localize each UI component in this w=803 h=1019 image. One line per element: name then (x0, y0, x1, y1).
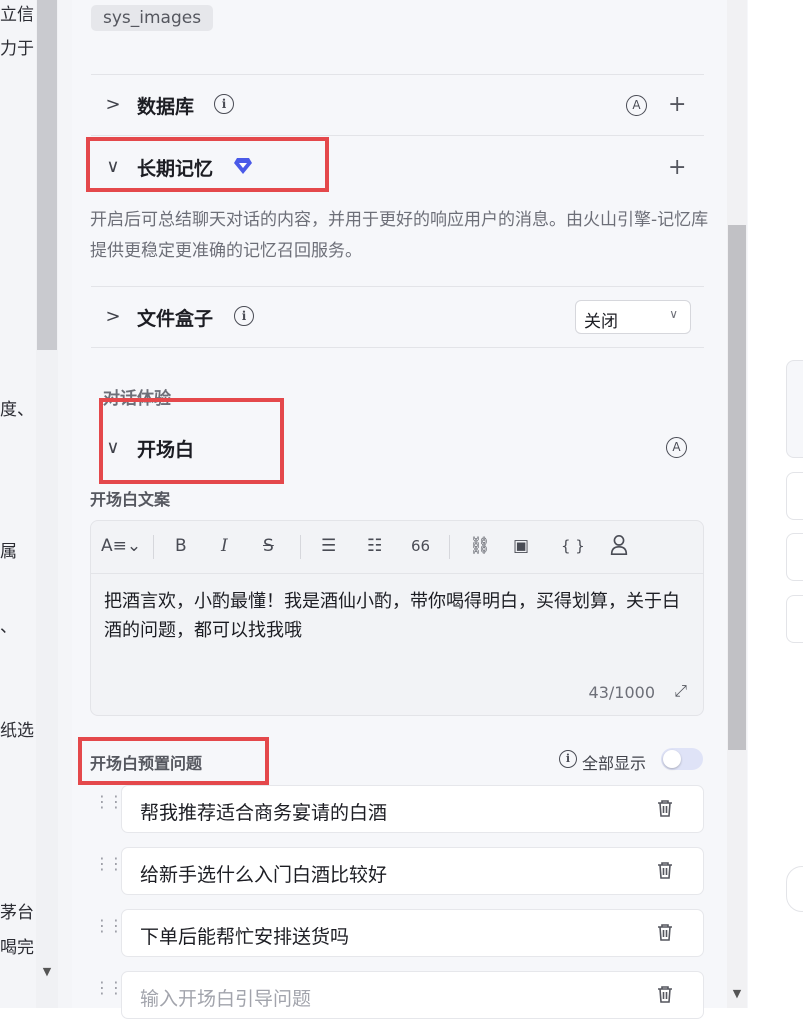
trash-icon[interactable] (657, 861, 673, 879)
section-title-file-box[interactable]: 文件盒子 (137, 304, 213, 331)
right-panel-card (786, 360, 803, 458)
opening-editor[interactable]: A≡⌄ B I S ☰ ☷ 66 ⛓ ▣ { } 把酒言欢，小酌最懂！我是酒仙小… (90, 520, 704, 716)
quote-icon[interactable]: 66 (411, 535, 430, 557)
toolbar-separator (153, 535, 154, 559)
user-icon[interactable] (609, 534, 629, 556)
opening-text-label: 开场白文案 (90, 490, 171, 509)
trash-icon[interactable] (657, 799, 673, 817)
drag-handle-icon[interactable]: ⋮⋮ (94, 918, 124, 934)
numbered-list-icon[interactable]: ☷ (367, 535, 382, 557)
bullet-list-icon[interactable]: ☰ (321, 535, 336, 557)
character-counter: 43/1000 (588, 683, 655, 702)
preset-question-text: 帮我推荐适合商务宴请的白酒 (140, 802, 388, 824)
code-icon[interactable]: { } (561, 535, 585, 557)
info-icon[interactable]: i (559, 750, 577, 768)
left-text-fragment: 纸选 (0, 721, 34, 741)
highlight-frame (99, 398, 284, 484)
preset-question-row: ⋮⋮ 给新手选什么入门白酒比较好 (80, 847, 704, 895)
strikethrough-icon[interactable]: S (263, 535, 274, 557)
system-tag: sys_images (91, 5, 214, 31)
opening-text[interactable]: 把酒言欢，小酌最懂！我是酒仙小酌，带你喝得明白，买得划算，关于白酒的问题，都可以… (104, 587, 689, 645)
chevron-right-icon[interactable]: > (103, 94, 123, 115)
trash-icon[interactable] (657, 985, 673, 1003)
section-title-database[interactable]: 数据库 (137, 92, 194, 119)
left-text-fragment: 度、 (0, 400, 34, 420)
preset-question-row: ⋮⋮ 帮我推荐适合商务宴请的白酒 (80, 785, 704, 833)
font-size-icon[interactable]: A≡⌄ (101, 535, 141, 557)
add-database-button[interactable]: + (668, 94, 686, 116)
drag-handle-icon[interactable]: ⋮⋮ (94, 794, 124, 810)
preset-question-input[interactable]: 下单后能帮忙安排送货吗 (121, 909, 704, 957)
italic-icon[interactable]: I (221, 535, 228, 557)
info-icon[interactable]: i (214, 94, 234, 114)
highlight-frame (78, 737, 269, 785)
chevron-down-icon: ∨ (669, 307, 678, 321)
link-icon[interactable]: ⛓ (469, 535, 491, 557)
add-memory-button[interactable]: + (668, 157, 686, 179)
expand-icon[interactable]: ⤢ (674, 681, 687, 701)
left-text-fragment: 、 (0, 617, 17, 637)
preset-question-text: 下单后能帮忙安排送货吗 (140, 926, 350, 948)
panel-scrollbar-thumb[interactable] (728, 225, 746, 750)
scroll-down-arrow-icon[interactable]: ▼ (729, 986, 745, 1002)
preset-question-row: ⋮⋮ 输入开场白引导问题 (80, 971, 704, 1019)
trash-icon[interactable] (657, 923, 673, 941)
left-text-fragment: 喝完 (0, 938, 34, 958)
divider (91, 347, 704, 348)
left-text-fragment: 力于 (0, 39, 34, 59)
show-all-label: 全部显示 (582, 754, 647, 773)
left-scrollbar-thumb[interactable] (37, 0, 57, 350)
auto-icon[interactable]: A (666, 437, 687, 458)
right-panel-circle-button[interactable] (786, 866, 803, 912)
toggle-knob (663, 750, 681, 768)
info-icon[interactable]: i (234, 306, 254, 326)
select-value: 关闭 (584, 312, 618, 332)
editor-toolbar: A≡⌄ B I S ☰ ☷ 66 ⛓ ▣ { } (91, 521, 703, 574)
preset-question-text: 给新手选什么入门白酒比较好 (140, 864, 388, 886)
right-panel-button[interactable] (786, 472, 803, 520)
preset-question-input[interactable]: 帮我推荐适合商务宴请的白酒 (121, 785, 704, 833)
left-text-fragment: 属 (0, 542, 17, 562)
new-question-input[interactable]: 输入开场白引导问题 (121, 971, 704, 1019)
chevron-right-icon[interactable]: > (103, 306, 123, 327)
show-all-toggle[interactable] (661, 748, 703, 770)
memory-description: 开启后可总结聊天对话的内容，并用于更好的响应用户的消息。由火山引擎-记忆库提供更… (90, 210, 709, 261)
divider (91, 74, 704, 75)
image-icon[interactable]: ▣ (513, 535, 529, 557)
bold-icon[interactable]: B (175, 535, 187, 557)
drag-handle-icon[interactable]: ⋮⋮ (94, 980, 124, 996)
new-question-placeholder: 输入开场白引导问题 (140, 988, 312, 1010)
right-panel-button[interactable] (786, 533, 803, 581)
highlight-frame (86, 137, 329, 192)
left-text-fragment: 茅台 (0, 903, 34, 923)
scroll-down-arrow-icon[interactable]: ▼ (39, 964, 55, 980)
right-panel-button[interactable] (786, 595, 803, 643)
drag-handle-icon[interactable]: ⋮⋮ (94, 856, 124, 872)
divider (91, 135, 704, 136)
toolbar-separator (449, 535, 450, 559)
file-box-select[interactable]: 关闭 ∨ (575, 300, 691, 334)
auto-icon[interactable]: A (626, 95, 647, 116)
toolbar-separator (300, 535, 301, 559)
preset-question-row: ⋮⋮ 下单后能帮忙安排送货吗 (80, 909, 704, 957)
preset-question-input[interactable]: 给新手选什么入门白酒比较好 (121, 847, 704, 895)
left-text-fragment: 立信 (0, 5, 34, 25)
divider (91, 286, 704, 287)
